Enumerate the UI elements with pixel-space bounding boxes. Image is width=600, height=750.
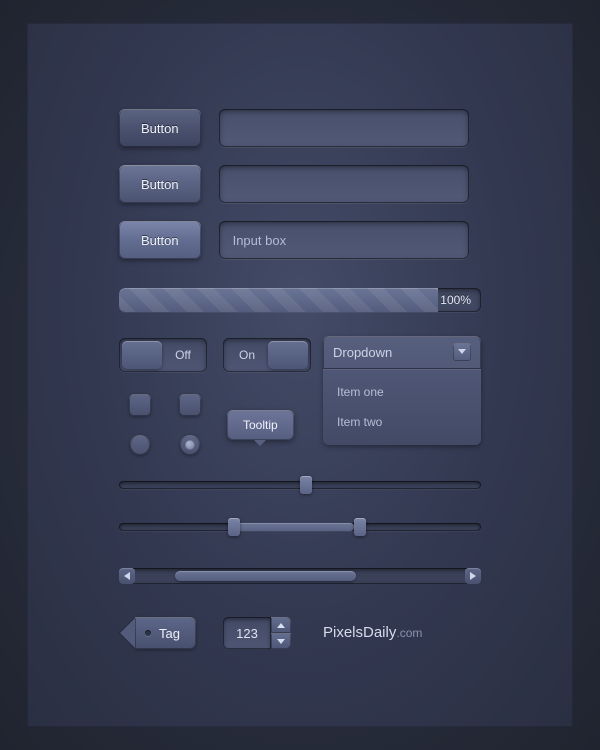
slider-thumb-low[interactable] <box>228 518 240 536</box>
chevron-down-icon <box>453 343 471 361</box>
stepper-down-button[interactable] <box>271 633 291 649</box>
button-2-label: Button <box>141 177 179 192</box>
dropdown-item[interactable]: Item one <box>323 377 481 407</box>
slider-thumb-high[interactable] <box>354 518 366 536</box>
stepper[interactable]: 123 <box>223 617 291 649</box>
input-3[interactable]: Input box <box>219 221 469 259</box>
ui-kit-canvas: Button Button Button Input box 100% Off … <box>27 23 573 727</box>
scroll-right-button[interactable] <box>465 568 481 584</box>
slider-thumb[interactable] <box>300 476 312 494</box>
slider-single[interactable] <box>119 481 481 489</box>
dropdown-header[interactable]: Dropdown <box>323 336 481 368</box>
dropdown-item[interactable]: Item two <box>323 407 481 437</box>
radio-1[interactable] <box>130 435 150 455</box>
tag[interactable]: Tag <box>135 617 196 649</box>
input-3-placeholder: Input box <box>233 233 287 248</box>
brand-name: PixelsDaily <box>323 624 396 641</box>
toggle-on-label: On <box>225 348 269 362</box>
checkbox-2[interactable] <box>179 394 201 416</box>
scrollbar-track[interactable] <box>135 568 465 584</box>
progress-fill <box>119 288 438 312</box>
dropdown[interactable]: Dropdown Item one Item two <box>323 336 481 445</box>
slider-range-fill <box>228 523 355 531</box>
toggle-off-knob <box>122 341 162 369</box>
progress-label: 100% <box>440 288 471 312</box>
stepper-value[interactable]: 123 <box>223 617 271 649</box>
scrollbar[interactable] <box>119 568 481 584</box>
radio-2[interactable] <box>180 435 200 455</box>
checkbox-1[interactable] <box>129 394 151 416</box>
toggle-off-label: Off <box>161 348 205 362</box>
progress-bar: 100% <box>119 288 481 312</box>
toggle-on[interactable]: On <box>223 338 311 372</box>
toggle-off[interactable]: Off <box>119 338 207 372</box>
button-2[interactable]: Button <box>119 165 201 203</box>
slider-range[interactable] <box>119 523 481 531</box>
toggle-on-knob <box>268 341 308 369</box>
scroll-left-button[interactable] <box>119 568 135 584</box>
tag-hole-icon <box>145 630 151 636</box>
dropdown-list: Item one Item two <box>323 368 481 445</box>
input-2[interactable] <box>219 165 469 203</box>
button-3-label: Button <box>141 233 179 248</box>
button-1-label: Button <box>141 121 179 136</box>
dropdown-label: Dropdown <box>333 345 392 360</box>
tooltip: Tooltip <box>227 410 294 440</box>
button-1[interactable]: Button <box>119 109 201 147</box>
tooltip-text: Tooltip <box>243 418 278 432</box>
brand-label: PixelsDaily.com <box>323 624 422 641</box>
scrollbar-handle[interactable] <box>175 571 357 581</box>
stepper-up-button[interactable] <box>271 617 291 633</box>
brand-tld: .com <box>396 626 422 640</box>
button-3[interactable]: Button <box>119 221 201 259</box>
input-1[interactable] <box>219 109 469 147</box>
tag-label: Tag <box>159 626 180 641</box>
